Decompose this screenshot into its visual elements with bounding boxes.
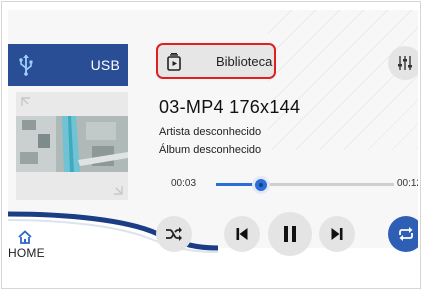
source-label: USB	[90, 57, 120, 73]
repeat-icon	[399, 227, 413, 241]
repeat-button[interactable]	[388, 216, 418, 252]
source-usb-tab[interactable]: USB	[8, 44, 128, 86]
collapse-arrow-icon	[114, 186, 123, 195]
equalizer-button[interactable]	[388, 46, 418, 80]
skip-previous-icon	[236, 228, 248, 240]
home-label: HOME	[8, 246, 45, 260]
previous-button[interactable]	[224, 216, 260, 252]
screenshot-frame: USB HOME Biblioteca 03-MP4 176x144 Artis…	[1, 1, 421, 289]
next-button[interactable]	[319, 216, 355, 252]
shuffle-icon	[166, 227, 182, 241]
elapsed-time: 00:03	[171, 178, 197, 189]
seek-bar-handle[interactable]	[251, 176, 270, 194]
shuffle-button[interactable]	[156, 216, 192, 252]
media-screen: USB HOME Biblioteca 03-MP4 176x144 Artis…	[8, 10, 418, 262]
usb-icon	[19, 54, 33, 76]
equalizer-icon	[398, 56, 412, 70]
track-album: Álbum desconhecido	[159, 144, 262, 156]
seek-bar[interactable]	[216, 176, 394, 194]
library-label: Biblioteca	[216, 54, 273, 69]
home-icon	[18, 230, 32, 244]
pause-icon	[284, 226, 296, 242]
track-artist: Artista desconhecido	[159, 126, 262, 138]
video-frame-image	[16, 116, 128, 172]
decorative-wave	[8, 211, 418, 262]
library-icon	[167, 53, 181, 71]
play-pause-button[interactable]	[268, 212, 312, 256]
expand-arrow-icon	[21, 97, 30, 106]
background-pattern	[268, 10, 418, 150]
total-time: 00:12	[397, 178, 418, 189]
home-button[interactable]: HOME	[8, 224, 68, 262]
skip-next-icon	[331, 228, 343, 240]
track-title: 03-MP4 176x144	[159, 97, 301, 117]
video-thumbnail[interactable]	[16, 92, 128, 200]
library-button[interactable]: Biblioteca	[156, 43, 276, 79]
